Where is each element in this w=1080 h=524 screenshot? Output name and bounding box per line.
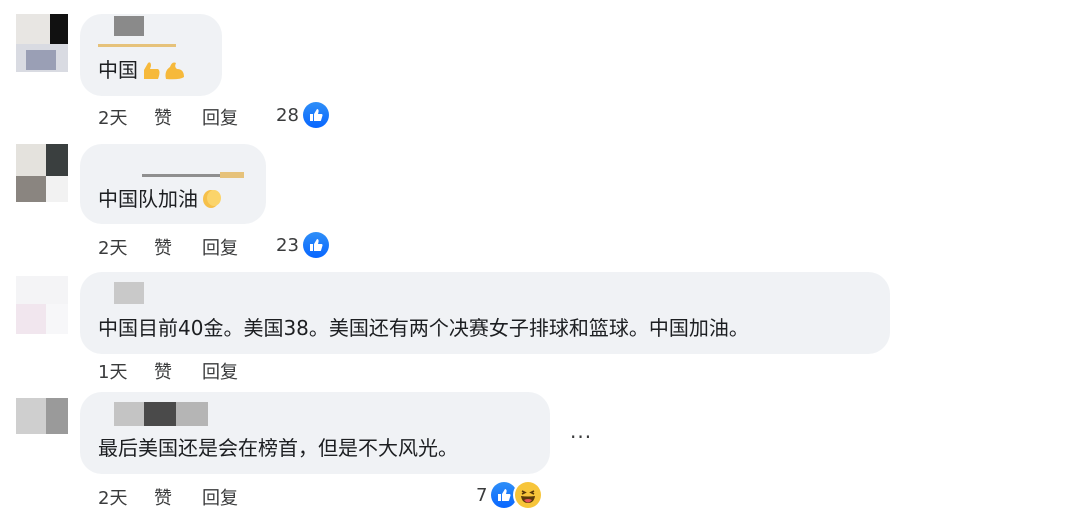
blurred-author-name[interactable] [114,16,144,36]
timestamp[interactable]: 2天 [98,234,127,260]
reply-button[interactable]: 回复 [202,234,238,260]
comment-bubble: 中国队加油 [80,144,266,224]
reply-button[interactable]: 回复 [202,104,238,130]
avatar[interactable] [16,398,68,434]
reaction-summary[interactable]: 7 [476,482,542,508]
comment-text: 最后美国还是会在榜首，但是不大风光。 [98,436,458,460]
clapping-hands-icon [200,186,224,215]
more-options-button[interactable]: ··· [570,425,592,449]
reply-button[interactable]: 回复 [202,484,238,510]
blurred-author-name[interactable] [114,402,144,426]
blurred-author-name[interactable] [114,282,144,304]
timestamp[interactable]: 2天 [98,484,127,510]
like-button[interactable]: 赞 [154,484,172,510]
timestamp[interactable]: 2天 [98,104,127,130]
comment-bubble: 最后美国还是会在榜首，但是不大风光。 [80,392,550,474]
reaction-summary[interactable]: 23 [276,232,329,258]
reaction-count: 7 [476,484,488,506]
reply-button[interactable]: 回复 [202,358,238,384]
comment-text: 中国目前40金。美国38。美国还有两个决赛女子排球和篮球。中国加油。 [98,316,749,340]
timestamp[interactable]: 1天 [98,358,127,384]
thumbs-up-icon [302,102,329,128]
like-button[interactable]: 赞 [154,358,172,384]
avatar[interactable] [16,14,68,72]
comment-bubble: 中国 [80,14,222,96]
avatar[interactable] [16,276,68,334]
like-button[interactable]: 赞 [154,234,172,260]
haha-emoji-icon [515,482,542,508]
comment-text: 中国队加油 [98,186,224,215]
flexed-biceps-icon [140,59,186,86]
thumbs-up-icon [302,232,329,258]
reaction-summary[interactable]: 28 [276,102,329,128]
like-button[interactable]: 赞 [154,104,172,130]
thumbs-up-icon [491,482,518,508]
comment-bubble: 中国目前40金。美国38。美国还有两个决赛女子排球和篮球。中国加油。 [80,272,890,354]
comment-text: 中国 [98,58,186,86]
avatar[interactable] [16,144,68,202]
reaction-count: 23 [276,234,299,256]
reaction-count: 28 [276,104,299,126]
